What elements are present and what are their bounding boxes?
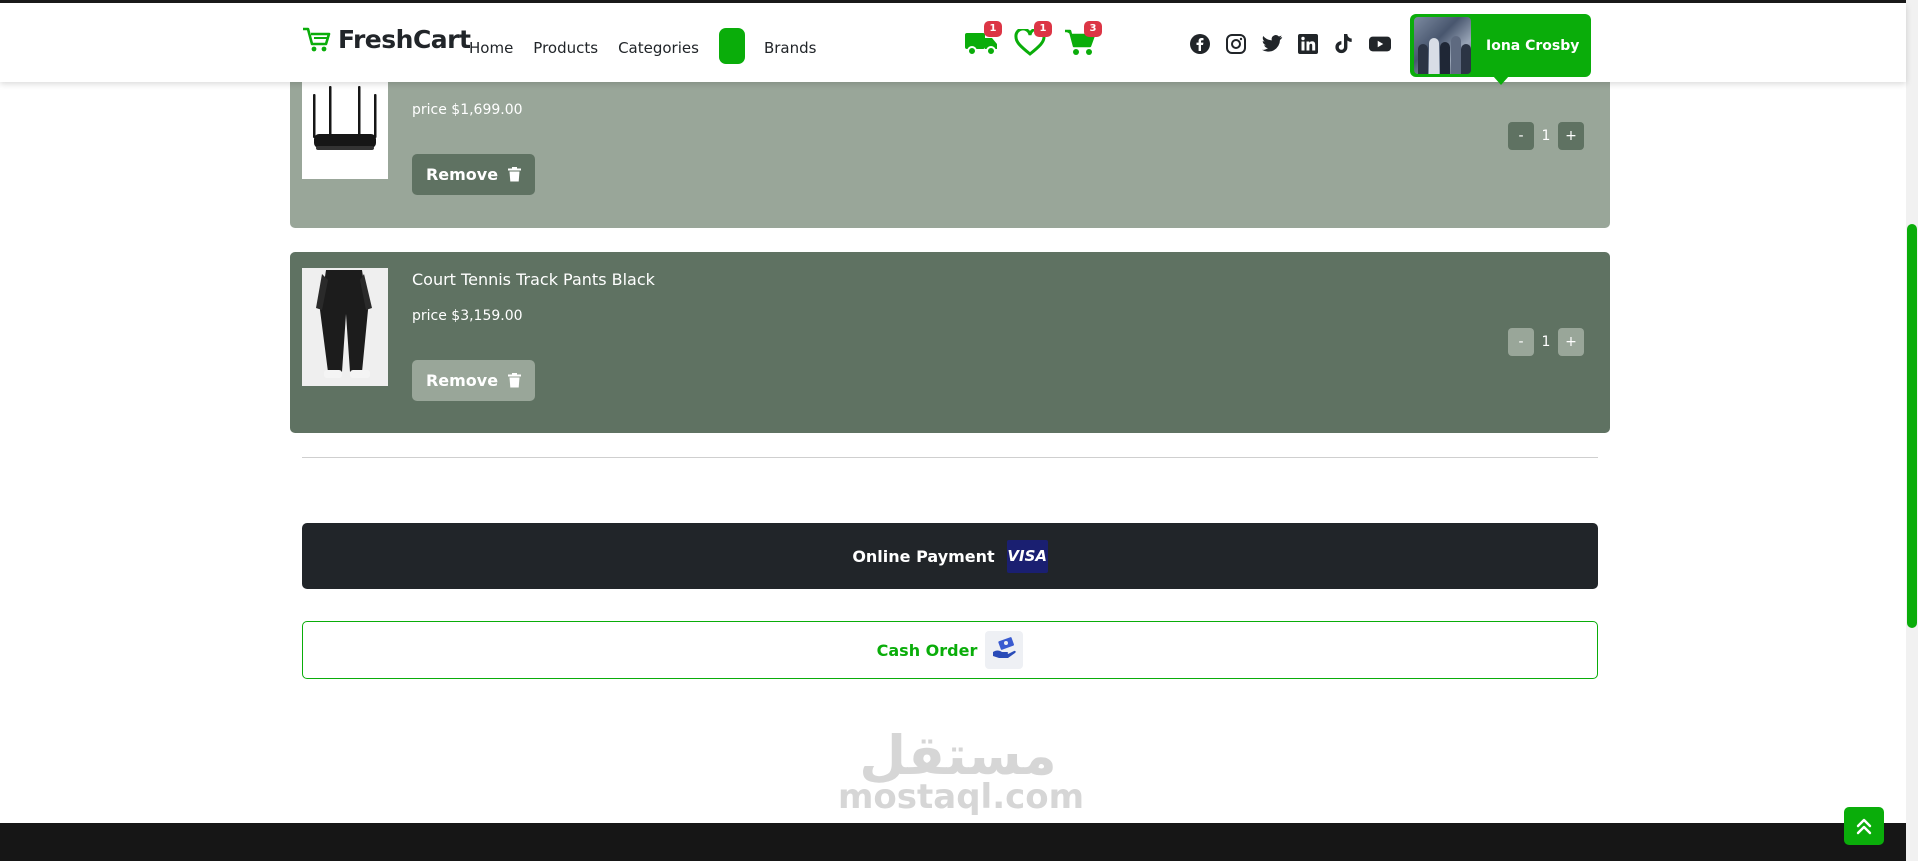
visa-icon: VISA [1006,539,1048,573]
decrease-button[interactable]: - [1508,328,1534,356]
increase-button[interactable]: + [1558,122,1584,150]
nav-brands[interactable]: Brands [764,39,817,57]
navbar: FreshCart Home Products Categories Brand… [0,3,1906,85]
user-name: Iona Crosby [1486,37,1580,54]
wishlist-button[interactable]: 1 [1012,21,1052,59]
trash-icon [508,167,522,182]
user-chip-pointer [1493,76,1509,85]
trash-icon [508,373,522,388]
cart-badge: 3 [1084,21,1102,37]
quantity-value: 1 [1541,334,1551,350]
decrease-button[interactable]: - [1508,122,1534,150]
cart-item: price $1,699.00 Remove - 1 + [290,60,1610,228]
nav-categories[interactable]: Categories [618,39,699,57]
cart-item: Court Tennis Track Pants Black price $3,… [290,252,1610,433]
product-price: price $1,699.00 [412,102,523,118]
double-chevron-up-icon [1856,818,1872,835]
remove-button[interactable]: Remove [412,154,535,195]
avatar [1414,17,1471,74]
scrollbar-thumb[interactable] [1907,224,1917,628]
product-title: Court Tennis Track Pants Black [412,270,655,289]
watermark: مستقل mostaql.com [838,724,1085,817]
nav-links: Home Products Categories Brands [469,28,836,64]
facebook-icon[interactable] [1189,33,1211,55]
orders-badge: 1 [984,21,1002,37]
quantity-value: 1 [1541,128,1551,144]
orders-button[interactable]: 1 [962,21,1002,59]
cart-button[interactable]: 3 [1062,21,1102,59]
remove-label: Remove [425,371,499,390]
increase-button[interactable]: + [1558,328,1584,356]
cash-order-button[interactable]: Cash Order [302,621,1598,679]
linkedin-icon[interactable] [1297,33,1319,55]
twitter-icon[interactable] [1261,33,1283,55]
cash-hand-icon [985,631,1024,669]
product-price: price $3,159.00 [412,308,523,324]
remove-label: Remove [425,165,499,184]
action-icons: 1 1 3 [962,21,1102,59]
footer [0,823,1906,861]
watermark-latin: mostaql.com [838,777,1085,817]
cash-order-label: Cash Order [876,640,978,660]
social-links [1189,33,1391,55]
remove-button[interactable]: Remove [412,360,535,401]
quantity-stepper: - 1 + [1508,122,1584,150]
wishlist-badge: 1 [1034,21,1052,37]
nav-products[interactable]: Products [533,39,598,57]
youtube-icon[interactable] [1369,33,1391,55]
instagram-icon[interactable] [1225,33,1247,55]
scroll-to-top-button[interactable] [1844,807,1884,845]
online-payment-label: Online Payment [852,546,995,566]
tiktok-icon[interactable] [1333,33,1355,55]
user-menu[interactable]: Iona Crosby [1410,14,1591,85]
product-image-track-pants [302,268,388,386]
brand-name: FreshCart [338,25,471,54]
cart-logo-icon [302,26,332,54]
active-indicator [718,28,745,64]
quantity-stepper: - 1 + [1508,328,1584,356]
watermark-arabic: مستقل [859,724,1057,787]
divider [302,457,1598,458]
nav-home[interactable]: Home [469,39,513,57]
online-payment-button[interactable]: Online Payment VISA [302,523,1598,589]
product-image-router [302,82,388,179]
brand-logo[interactable]: FreshCart [302,25,471,54]
